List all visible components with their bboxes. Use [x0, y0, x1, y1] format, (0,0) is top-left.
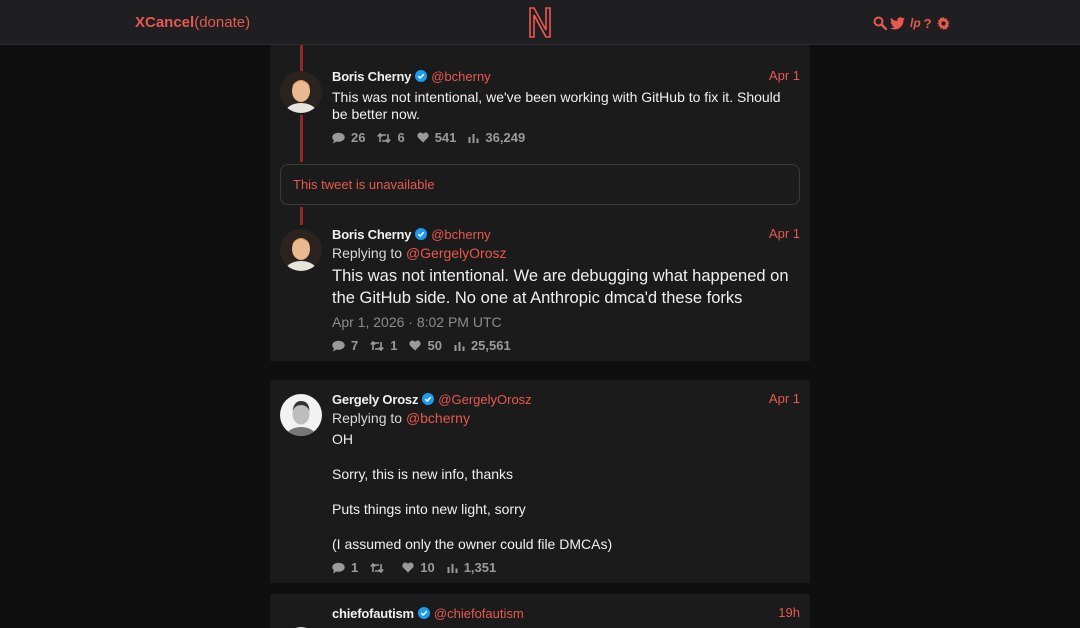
like-stat[interactable]: 541	[417, 130, 457, 145]
reply-stat[interactable]: 7	[332, 338, 358, 353]
tweet-text: This was not intentional, we've been wor…	[332, 89, 781, 122]
tweet-stats: 7 1 50 25,561	[332, 338, 511, 353]
views-chart-icon	[468, 134, 479, 143]
retweet-stat[interactable]: 1	[370, 338, 397, 353]
avatar[interactable]	[280, 394, 322, 436]
like-count: 541	[434, 130, 457, 145]
retweet-stat[interactable]: 6	[377, 130, 405, 145]
replying-label: Replying to	[332, 245, 403, 261]
heart-icon	[417, 132, 429, 143]
username[interactable]: @bcherny	[431, 227, 490, 242]
tweet-date[interactable]: Apr 1	[769, 391, 800, 406]
comment-icon	[332, 340, 345, 351]
tweet-paragraph: Sorry, this is new info, thanks	[332, 466, 514, 482]
replying-to: Replying to @GergelyOrosz	[332, 245, 507, 261]
tweet-date[interactable]: 19h	[778, 605, 800, 620]
thread-line	[300, 45, 303, 72]
verified-badge-icon	[422, 393, 435, 405]
thread-line	[300, 207, 303, 225]
replying-to-handle[interactable]: @GergelyOrosz	[406, 245, 507, 261]
bird-icon[interactable]	[890, 16, 905, 30]
avatar[interactable]	[280, 608, 322, 628]
tweet-header: Boris Cherny @bcherny	[332, 226, 491, 242]
tweet-paragraph: Puts things into new light, sorry	[332, 501, 526, 517]
tweet-header: Gergely Orosz @GergelyOrosz	[332, 391, 532, 407]
retweet-icon	[377, 132, 392, 143]
replying-to: Replying to @bcherny	[332, 410, 470, 426]
like-stat[interactable]: 50	[409, 338, 442, 353]
thread-panel: Boris Cherny @bcherny Apr 1 This was not…	[270, 45, 810, 361]
tweet-stats: 26 6 541 36,249	[332, 130, 525, 145]
verified-badge-icon	[415, 228, 428, 240]
retweet-count: 6	[397, 130, 405, 145]
comment-icon	[332, 132, 345, 143]
reply-stat[interactable]: 1	[332, 560, 358, 575]
reply-stat[interactable]: 26	[332, 130, 365, 145]
replying-to-handle[interactable]: @bcherny	[406, 410, 470, 426]
avatar[interactable]	[280, 71, 322, 113]
brand-link[interactable]: XCancel(donate)	[135, 14, 250, 31]
thread-line	[300, 115, 303, 162]
help-icon[interactable]: ?	[924, 16, 932, 31]
username[interactable]: @GergelyOrosz	[438, 392, 531, 407]
views-stat[interactable]: 36,249	[468, 130, 525, 145]
tweet-date[interactable]: Apr 1	[769, 68, 800, 83]
retweet-icon	[370, 340, 385, 351]
tweet-paragraph: (I assumed only the owner could file DMC…	[332, 536, 613, 552]
verified-badge-icon	[415, 70, 428, 82]
retweet-icon	[370, 562, 385, 573]
donate-link[interactable]: (donate)	[194, 14, 250, 31]
unavailable-tweet-notice: This tweet is unavailable	[280, 164, 800, 205]
avatar[interactable]	[280, 229, 322, 271]
tweet-date[interactable]: Apr 1	[769, 226, 800, 241]
views-stat[interactable]: 25,561	[454, 338, 511, 353]
nitter-logo-icon[interactable]	[527, 6, 553, 39]
verified-badge-icon	[417, 607, 430, 619]
username[interactable]: @bcherny	[431, 69, 490, 84]
fullname[interactable]: chiefofautism	[332, 606, 414, 621]
search-icon[interactable]	[873, 16, 887, 30]
reply-panel: chiefofautism @chiefofautism 19h	[270, 594, 810, 628]
like-stat[interactable]: 10	[402, 560, 435, 575]
like-count: 50	[427, 338, 442, 353]
tweet-stats: 1 10 1,351	[332, 560, 496, 575]
brand-name: XCancel	[135, 14, 195, 31]
tweet-header: Boris Cherny @bcherny	[332, 68, 491, 84]
heart-icon	[409, 340, 422, 351]
heart-icon	[402, 562, 414, 573]
reply-count: 1	[351, 560, 359, 575]
views-chart-icon	[454, 342, 465, 351]
tweet-paragraph: OH	[332, 431, 353, 447]
comment-icon	[332, 562, 345, 573]
retweet-stat[interactable]	[370, 562, 390, 574]
fullname[interactable]: Boris Cherny	[332, 69, 411, 84]
username[interactable]: @chiefofautism	[434, 606, 524, 621]
lp-icon[interactable]: lp	[910, 16, 921, 30]
view-count: 36,249	[485, 130, 526, 145]
top-navbar: XCancel(donate) lp ?	[0, 0, 1080, 45]
reply-count: 26	[351, 130, 366, 145]
nav-icon-group: lp ?	[873, 15, 950, 31]
fullname[interactable]: Gergely Orosz	[332, 392, 418, 407]
reply-panel: Gergely Orosz @GergelyOrosz Apr 1 Replyi…	[270, 380, 810, 583]
fullname[interactable]: Boris Cherny	[332, 227, 411, 242]
tweet-text: This was not intentional. We are debuggi…	[332, 267, 789, 307]
reply-count: 7	[351, 338, 359, 353]
gear-icon[interactable]	[936, 16, 950, 30]
views-stat[interactable]: 1,351	[447, 560, 497, 575]
replying-label: Replying to	[332, 410, 403, 426]
view-count: 1,351	[463, 560, 497, 575]
tweet-header: chiefofautism @chiefofautism	[332, 605, 524, 621]
retweet-count: 1	[390, 338, 398, 353]
tweet-timestamp[interactable]: Apr 1, 2026 · 8:02 PM UTC	[332, 314, 502, 330]
like-count: 10	[420, 560, 435, 575]
views-chart-icon	[447, 564, 458, 573]
view-count: 25,561	[470, 338, 511, 353]
